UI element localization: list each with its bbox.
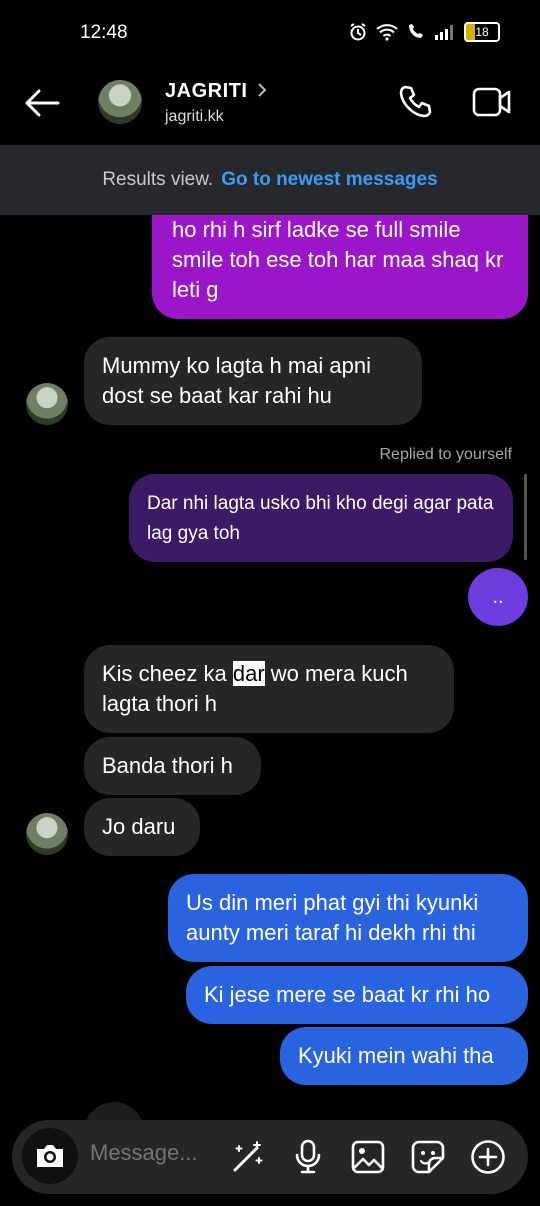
- add-button[interactable]: [468, 1137, 508, 1177]
- wifi-icon: [376, 24, 398, 41]
- message-text: ho rhi h sirf ladke se full smile smile …: [172, 217, 504, 302]
- gallery-icon: [351, 1140, 385, 1174]
- contact-name-text: JAGRITI: [165, 80, 248, 102]
- sender-avatar[interactable]: [26, 813, 68, 855]
- search-highlight: dar: [232, 661, 265, 686]
- microphone-icon: [295, 1139, 321, 1174]
- replied-label: Replied to yourself: [379, 446, 512, 463]
- contact-username: jagriti.kk: [165, 108, 224, 125]
- status-bar: 12:48 18: [0, 0, 540, 70]
- sticker-button[interactable]: [408, 1137, 448, 1177]
- message-incoming[interactable]: Banda thori h: [84, 737, 261, 795]
- replied-message[interactable]: Dar nhi lagta usko bhi kho degi agar pat…: [129, 474, 513, 562]
- message-text: Banda thori h: [102, 753, 233, 778]
- message-outgoing[interactable]: Ki jese mere se baat kr rhi ho: [186, 966, 528, 1024]
- message-outgoing[interactable]: Us din meri phat gyi thi kyunki aunty me…: [168, 874, 528, 962]
- message-outgoing[interactable]: ho rhi h sirf ladke se full smile smile …: [152, 215, 528, 319]
- contact-avatar[interactable]: [98, 80, 142, 124]
- status-icons: 18: [348, 22, 500, 42]
- phone-call-icon[interactable]: [398, 84, 434, 120]
- gallery-button[interactable]: [348, 1137, 388, 1177]
- sender-avatar[interactable]: [26, 383, 68, 425]
- message-text: Dar nhi lagta usko bhi kho degi agar pat…: [147, 493, 494, 544]
- message-outgoing[interactable]: Kyuki mein wahi tha: [280, 1027, 528, 1085]
- camera-icon: [37, 1145, 63, 1167]
- message-text-part: Kis cheez ka: [102, 661, 233, 686]
- call-signal-icon: [409, 24, 423, 38]
- message-text: Ki jese mere se baat kr rhi ho: [204, 982, 491, 1007]
- message-text: Us din meri phat gyi thi kyunki aunty me…: [186, 890, 479, 945]
- message-text: Mummy ko lagta h mai apni dost se baat k…: [102, 353, 371, 408]
- message-input[interactable]: [90, 1140, 215, 1166]
- sticker-icon: [411, 1140, 445, 1174]
- message-outgoing-dots[interactable]: ..: [468, 568, 528, 626]
- magic-wand-icon: [233, 1141, 263, 1172]
- results-banner: Results view. Go to newest messages: [0, 145, 540, 215]
- plus-circle-icon: [471, 1140, 505, 1174]
- back-arrow-icon[interactable]: [24, 88, 60, 118]
- video-call-icon[interactable]: [472, 86, 512, 118]
- contact-name[interactable]: JAGRITI: [165, 80, 269, 103]
- chevron-right-icon: [258, 83, 267, 97]
- magic-wand-button[interactable]: [228, 1137, 268, 1177]
- message-text: ..: [492, 585, 504, 608]
- alarm-icon: [350, 23, 366, 41]
- battery-indicator: 18: [464, 22, 500, 42]
- camera-button[interactable]: [22, 1128, 78, 1184]
- status-time: 12:48: [80, 22, 128, 43]
- go-to-newest-link[interactable]: Go to newest messages: [221, 169, 437, 191]
- microphone-button[interactable]: [288, 1137, 328, 1177]
- message-text: Kis cheez ka dar wo mera kuch lagta thor…: [102, 659, 436, 719]
- message-incoming[interactable]: Kis cheez ka dar wo mera kuch lagta thor…: [84, 645, 454, 733]
- message-incoming[interactable]: Jo daru: [84, 798, 200, 856]
- results-view-label: Results view.: [102, 169, 214, 190]
- signal-icon: [435, 25, 453, 40]
- message-text: Jo daru: [102, 814, 176, 839]
- message-text: Kyuki mein wahi tha: [298, 1043, 494, 1068]
- chat-header: [0, 70, 540, 144]
- reply-indicator-bar: [524, 474, 527, 560]
- message-incoming[interactable]: Mummy ko lagta h mai apni dost se baat k…: [84, 337, 422, 425]
